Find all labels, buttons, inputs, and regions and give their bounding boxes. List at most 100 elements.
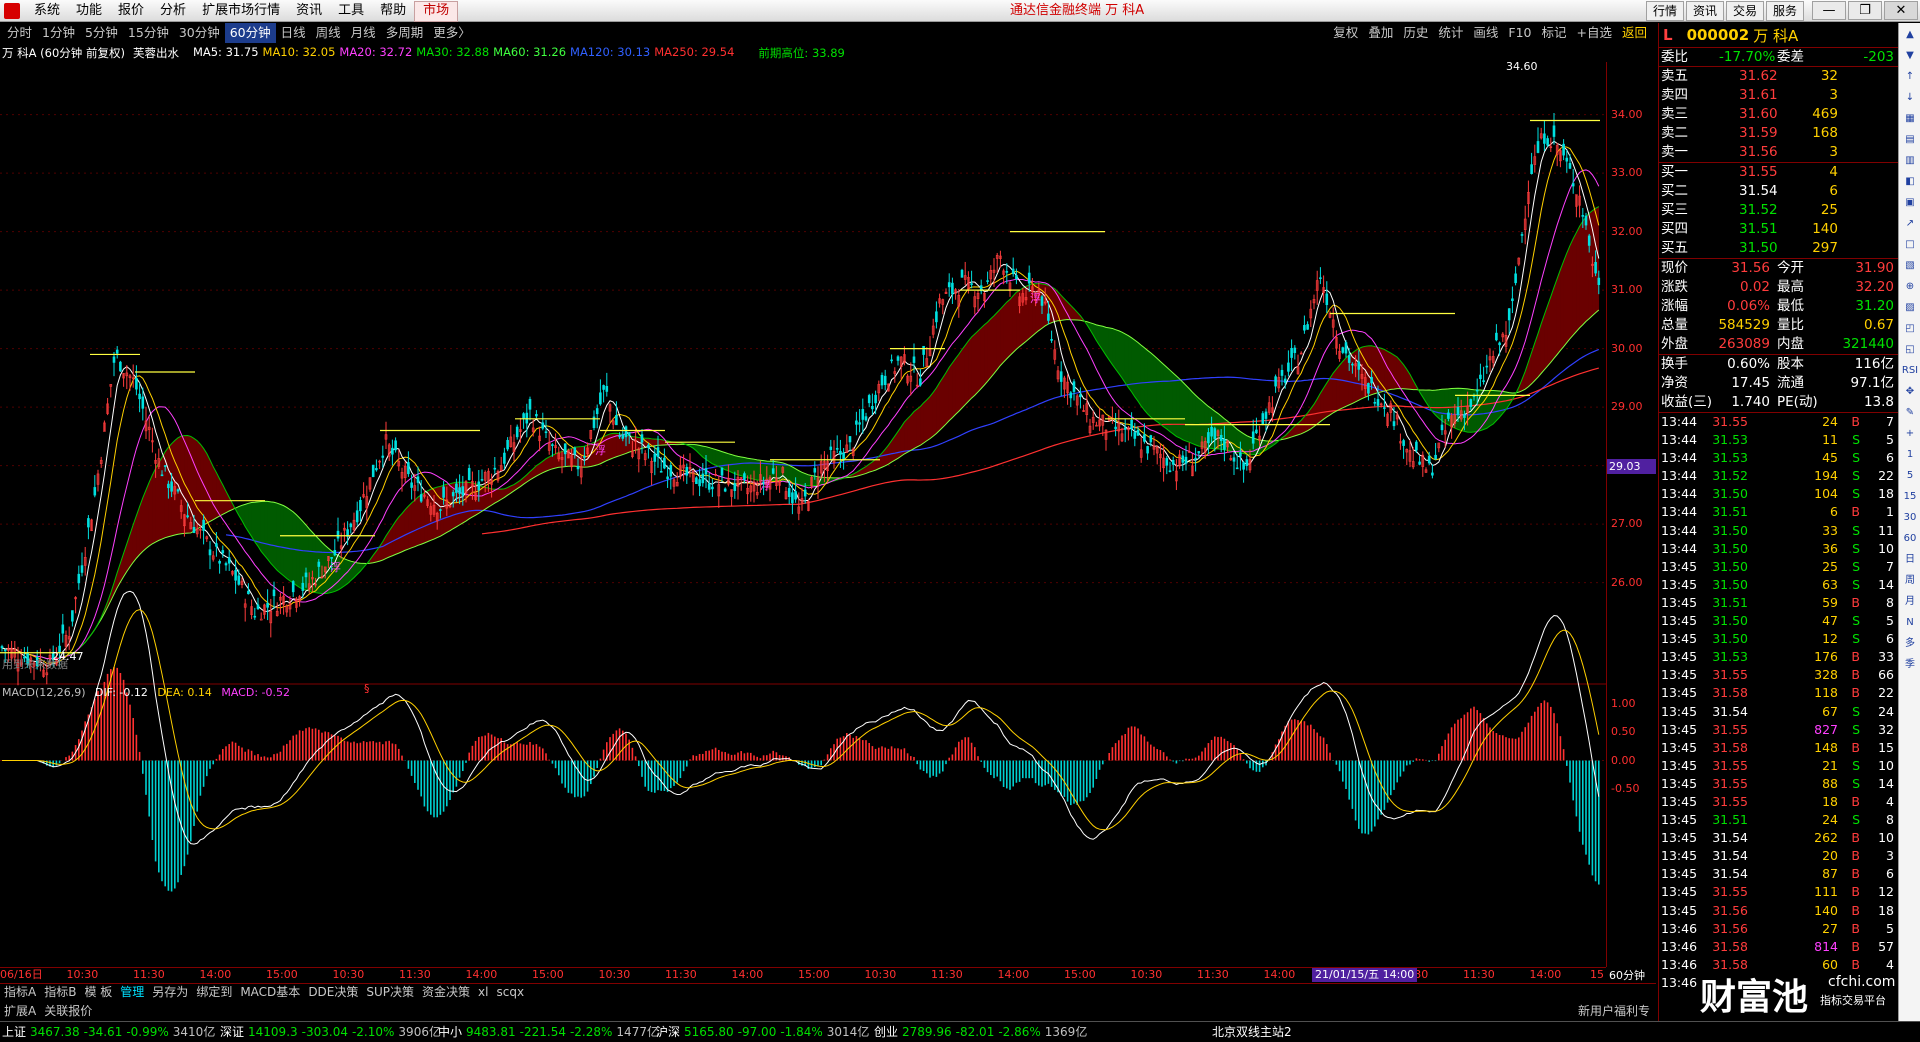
- period-tab-10[interactable]: 更多〉: [428, 23, 476, 43]
- side-tool-icon[interactable]: ✥: [1901, 383, 1919, 401]
- tool-7[interactable]: +自选: [1572, 23, 1617, 43]
- index-quote[interactable]: 深证 14109.3 -303.04 -2.10% 3906亿: [220, 1022, 441, 1042]
- tool-0[interactable]: 复权: [1328, 23, 1363, 43]
- indicator-tab-3[interactable]: 管理: [116, 984, 148, 1001]
- side-tool-icon[interactable]: ◧: [1901, 173, 1919, 191]
- top-button-0[interactable]: 行情: [1645, 1, 1684, 21]
- index-quote[interactable]: 上证 3467.38 -34.61 -0.99% 3410亿: [2, 1022, 215, 1042]
- indicator-tab-0[interactable]: 指标A: [0, 984, 40, 1001]
- side-tool-icon[interactable]: ▲: [1901, 26, 1919, 44]
- index-quote[interactable]: 创业 2789.96 -82.01 -2.86% 1369亿: [874, 1022, 1087, 1042]
- indicator-tab-5[interactable]: 绑定到: [192, 984, 236, 1001]
- tool-8[interactable]: 返回: [1617, 23, 1652, 43]
- tab-extended-a[interactable]: 扩展A: [0, 1002, 40, 1020]
- tool-6[interactable]: 标记: [1536, 23, 1571, 43]
- side-tool-icon[interactable]: 30: [1901, 509, 1919, 527]
- indicator-tab-2[interactable]: 模 板: [80, 984, 116, 1001]
- indicator-name[interactable]: 芙蓉出水: [133, 45, 179, 61]
- period-tab-6[interactable]: 日线: [276, 23, 311, 43]
- indicator-tab-10[interactable]: xl: [474, 984, 492, 1001]
- tape-cell: 31.52: [1712, 468, 1748, 484]
- side-tool-icon[interactable]: ▨: [1901, 299, 1919, 317]
- indicator-tab-6[interactable]: MACD基本: [236, 984, 304, 1001]
- menu-item-0[interactable]: 系统: [26, 0, 68, 22]
- candle-body: [330, 557, 333, 559]
- period-tab-0[interactable]: 分时: [2, 23, 37, 43]
- candle-body: [115, 349, 119, 354]
- menu-item-5[interactable]: 资讯: [288, 0, 330, 22]
- candlestick-chart[interactable]: 浮浮浮浮 34.60 24.47 用到未来数据 § MACD(12,26,9) …: [0, 62, 1606, 967]
- period-tab-2[interactable]: 5分钟: [80, 23, 123, 43]
- index-quote[interactable]: 沪深 5165.80 -97.00 -1.84% 3014亿: [656, 1022, 869, 1042]
- index-quote[interactable]: 中小 9483.81 -221.54 -2.28% 1477亿: [438, 1022, 659, 1042]
- side-tool-icon[interactable]: 日: [1901, 551, 1919, 569]
- side-tool-icon[interactable]: 5: [1901, 467, 1919, 485]
- menu-item-7[interactable]: 帮助: [372, 0, 414, 22]
- side-tool-icon[interactable]: ⊕: [1901, 278, 1919, 296]
- index-percent: -1.84%: [780, 1025, 823, 1039]
- side-tool-icon[interactable]: N: [1901, 614, 1919, 632]
- period-tab-8[interactable]: 月线: [346, 23, 381, 43]
- tape-row: 13:44 31.53 11 S 5: [1659, 431, 1898, 449]
- minimize-button[interactable]: —: [1812, 1, 1846, 20]
- side-tool-icon[interactable]: ▣: [1901, 194, 1919, 212]
- period-tab-7[interactable]: 周线: [311, 23, 346, 43]
- side-tool-icon[interactable]: +: [1901, 425, 1919, 443]
- tool-3[interactable]: 统计: [1433, 23, 1468, 43]
- side-tool-icon[interactable]: ◱: [1901, 341, 1919, 359]
- side-tool-icon[interactable]: 季: [1901, 656, 1919, 674]
- indicator-tab-9[interactable]: 资金决策: [418, 984, 474, 1001]
- maximize-button[interactable]: ❐: [1848, 1, 1882, 20]
- indicator-tab-7[interactable]: DDE决策: [304, 984, 362, 1001]
- indicator-tab-8[interactable]: SUP决策: [362, 984, 418, 1001]
- top-button-1[interactable]: 资讯: [1685, 1, 1724, 21]
- period-tab-1[interactable]: 1分钟: [37, 23, 80, 43]
- side-tool-icon[interactable]: ▦: [1901, 110, 1919, 128]
- tool-1[interactable]: 叠加: [1363, 23, 1398, 43]
- side-tool-icon[interactable]: ▤: [1901, 131, 1919, 149]
- side-tool-icon[interactable]: RSI: [1901, 362, 1919, 380]
- period-tab-4[interactable]: 30分钟: [174, 23, 225, 43]
- side-tool-icon[interactable]: 1: [1901, 446, 1919, 464]
- tool-4[interactable]: 画线: [1468, 23, 1503, 43]
- tick-tape[interactable]: 13:44 31.55 24 B 7 13:44 31.53 11 S 5 13:44 31.53 45…: [1659, 412, 1898, 992]
- tool-2[interactable]: 历史: [1398, 23, 1433, 43]
- tape-row: 13:44 31.55 24 B 7: [1659, 413, 1898, 431]
- side-tool-icon[interactable]: 15: [1901, 488, 1919, 506]
- tab-related-quote[interactable]: 关联报价: [40, 1002, 96, 1020]
- side-tool-icon[interactable]: 60: [1901, 530, 1919, 548]
- side-tool-icon[interactable]: 多: [1901, 635, 1919, 653]
- side-tool-icon[interactable]: ↗: [1901, 215, 1919, 233]
- menu-item-6[interactable]: 工具: [330, 0, 372, 22]
- side-tool-icon[interactable]: ▥: [1901, 152, 1919, 170]
- candle-body: [1415, 441, 1418, 451]
- period-tab-5[interactable]: 60分钟: [224, 23, 276, 43]
- side-tool-icon[interactable]: ▧: [1901, 257, 1919, 275]
- menu-item-3[interactable]: 分析: [152, 0, 194, 22]
- indicator-tab-4[interactable]: 另存为: [148, 984, 192, 1001]
- indicator-tab-1[interactable]: 指标B: [40, 984, 80, 1001]
- tool-5[interactable]: F10: [1503, 23, 1536, 43]
- top-button-2[interactable]: 交易: [1725, 1, 1764, 21]
- side-tool-icon[interactable]: ◰: [1901, 320, 1919, 338]
- close-button[interactable]: ✕: [1884, 1, 1918, 20]
- period-tab-3[interactable]: 15分钟: [123, 23, 174, 43]
- menu-item-1[interactable]: 功能: [68, 0, 110, 22]
- candle-body: [624, 426, 628, 438]
- side-tool-icon[interactable]: 月: [1901, 593, 1919, 611]
- server-name[interactable]: 北京双线主站2: [1212, 1022, 1292, 1042]
- tape-cell: 4: [1886, 793, 1894, 809]
- side-tool-icon[interactable]: 周: [1901, 572, 1919, 590]
- menu-market[interactable]: 市场: [414, 1, 459, 22]
- side-tool-icon[interactable]: ▼: [1901, 47, 1919, 65]
- menu-item-4[interactable]: 扩展市场行情: [194, 0, 288, 22]
- ma-value-6: MA250: 29.54: [654, 45, 735, 59]
- side-tool-icon[interactable]: ✎: [1901, 404, 1919, 422]
- side-tool-icon[interactable]: ↓: [1901, 89, 1919, 107]
- indicator-tab-11[interactable]: scqx: [492, 984, 528, 1001]
- side-tool-icon[interactable]: ↑: [1901, 68, 1919, 86]
- side-tool-icon[interactable]: □: [1901, 236, 1919, 254]
- top-button-3[interactable]: 服务: [1765, 1, 1804, 21]
- period-tab-9[interactable]: 多周期: [381, 23, 429, 43]
- menu-item-2[interactable]: 报价: [110, 0, 152, 22]
